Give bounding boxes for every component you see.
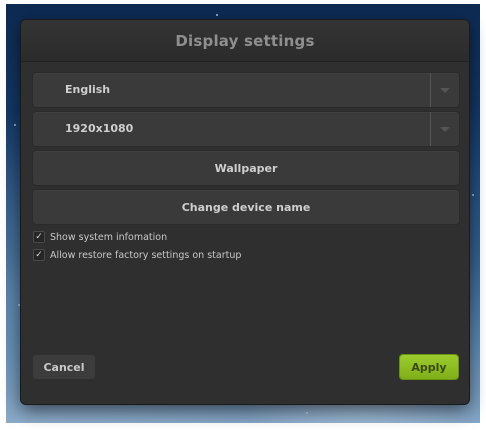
display-settings-dialog: Display settings English 1920x1080 Wallp… [21, 20, 469, 404]
resolution-dropdown-toggle[interactable] [430, 112, 459, 146]
apply-button[interactable]: Apply [400, 355, 458, 379]
show-system-info-checkbox[interactable]: ✓ [33, 231, 45, 243]
star-decoration [306, 412, 308, 414]
allow-factory-restore-checkbox[interactable]: ✓ [33, 249, 45, 261]
language-dropdown-toggle[interactable] [430, 73, 459, 107]
check-icon: ✓ [35, 231, 43, 242]
cancel-button[interactable]: Cancel [33, 355, 95, 379]
language-select-value: English [65, 83, 111, 96]
show-system-info-option[interactable]: ✓ Show system infomation [33, 230, 167, 244]
show-system-info-label: Show system infomation [50, 231, 168, 243]
chevron-down-icon [440, 87, 450, 93]
resolution-select[interactable]: 1920x1080 [33, 112, 459, 146]
check-icon: ✓ [35, 249, 43, 260]
dialog-title: Display settings [175, 31, 315, 50]
resolution-select-value: 1920x1080 [65, 122, 134, 135]
dialog-titlebar: Display settings [21, 20, 469, 62]
chevron-down-icon [440, 126, 450, 132]
allow-factory-restore-label: Allow restore factory settings on startu… [50, 249, 242, 261]
change-device-name-button[interactable]: Change device name [33, 190, 459, 224]
star-decoration [216, 14, 218, 16]
language-select[interactable]: English [33, 73, 459, 107]
star-decoration [14, 124, 16, 126]
allow-factory-restore-option[interactable]: ✓ Allow restore factory settings on star… [33, 248, 241, 262]
star-decoration [18, 304, 20, 306]
wallpaper-button[interactable]: Wallpaper [33, 151, 459, 185]
star-decoration [472, 194, 474, 196]
